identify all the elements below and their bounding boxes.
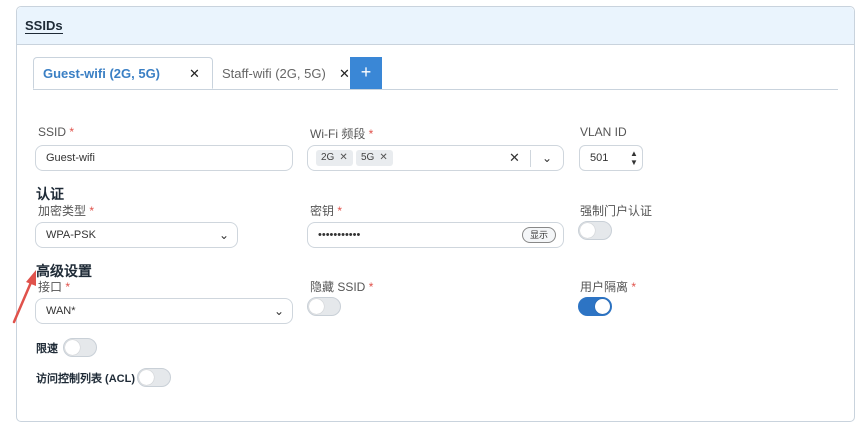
card-header: SSIDs [17, 7, 854, 45]
show-password-button[interactable]: 显示 [522, 227, 557, 243]
tab-staff-wifi[interactable]: Staff-wifi (2G, 5G) ✕ [213, 58, 363, 90]
ssid-label: SSID * [38, 125, 75, 139]
toggle-knob [139, 370, 154, 385]
user-isolation-toggle[interactable] [578, 297, 612, 316]
key-input[interactable]: ••••••••••• 显示 [307, 222, 564, 248]
increment-icon[interactable]: ▲ [630, 150, 638, 158]
auth-section-title: 认证 [36, 186, 64, 202]
tab-divider [33, 89, 838, 90]
band-chip-2g[interactable]: 2G ✕ [316, 150, 353, 166]
annotation-arrow-icon [12, 270, 36, 324]
chevron-down-icon[interactable]: ⌄ [274, 299, 284, 323]
band-chip-5g[interactable]: 5G ✕ [356, 150, 393, 166]
toggle-knob [595, 299, 610, 314]
hide-ssid-toggle[interactable] [307, 297, 341, 316]
remove-chip-icon[interactable]: ✕ [379, 152, 387, 163]
chevron-down-icon[interactable]: ⌄ [542, 146, 552, 170]
vlan-id-input[interactable]: 501 ▲ ▼ [579, 145, 643, 171]
rate-limit-label: 限速 [36, 343, 58, 355]
encryption-type-select[interactable]: WPA-PSK ⌄ [35, 222, 238, 248]
wifi-band-select[interactable]: 2G ✕ 5G ✕ ✕ ⌄ [307, 145, 564, 171]
captive-portal-label: 强制门户认证 [580, 204, 653, 218]
chevron-down-icon[interactable]: ⌄ [219, 223, 229, 247]
toggle-knob [65, 340, 80, 355]
close-tab-icon[interactable]: ✕ [339, 58, 350, 90]
acl-label: 访问控制列表 (ACL) [36, 373, 135, 385]
remove-chip-icon[interactable]: ✕ [339, 152, 347, 163]
key-label: 密钥 * [310, 204, 343, 218]
user-isolation-label: 用户隔离 * [580, 280, 637, 294]
encryption-type-label: 加密类型 * [38, 204, 95, 218]
card-title: SSIDs [25, 18, 63, 34]
key-value: ••••••••••• [318, 229, 361, 241]
tab-guest-wifi[interactable]: Guest-wifi (2G, 5G) ✕ [33, 57, 213, 89]
acl-toggle[interactable] [137, 368, 171, 387]
vlan-id-value: 501 [590, 152, 609, 164]
wifi-band-label: Wi-Fi 频段 * [310, 127, 374, 141]
close-tab-icon[interactable]: ✕ [189, 58, 200, 90]
select-divider [530, 150, 531, 167]
vlan-id-label: VLAN ID [580, 125, 627, 139]
toggle-knob [309, 299, 324, 314]
tab-label: Guest-wifi (2G, 5G) [43, 66, 161, 81]
interface-select[interactable]: WAN* ⌄ [35, 298, 293, 324]
rate-limit-toggle[interactable] [63, 338, 97, 357]
toggle-knob [580, 223, 595, 238]
encryption-type-value: WPA-PSK [46, 229, 96, 241]
decrement-icon[interactable]: ▼ [630, 159, 638, 167]
ssids-card: SSIDs Guest-wifi (2G, 5G) ✕ Staff-wifi (… [16, 6, 855, 422]
ssid-input[interactable]: Guest-wifi [35, 145, 293, 171]
captive-portal-toggle[interactable] [578, 221, 612, 240]
tab-label: Staff-wifi (2G, 5G) [222, 66, 326, 81]
hide-ssid-label: 隐藏 SSID * [310, 280, 374, 294]
clear-icon[interactable]: ✕ [509, 146, 520, 170]
interface-value: WAN* [46, 305, 76, 317]
add-tab-button[interactable]: + [350, 57, 382, 89]
